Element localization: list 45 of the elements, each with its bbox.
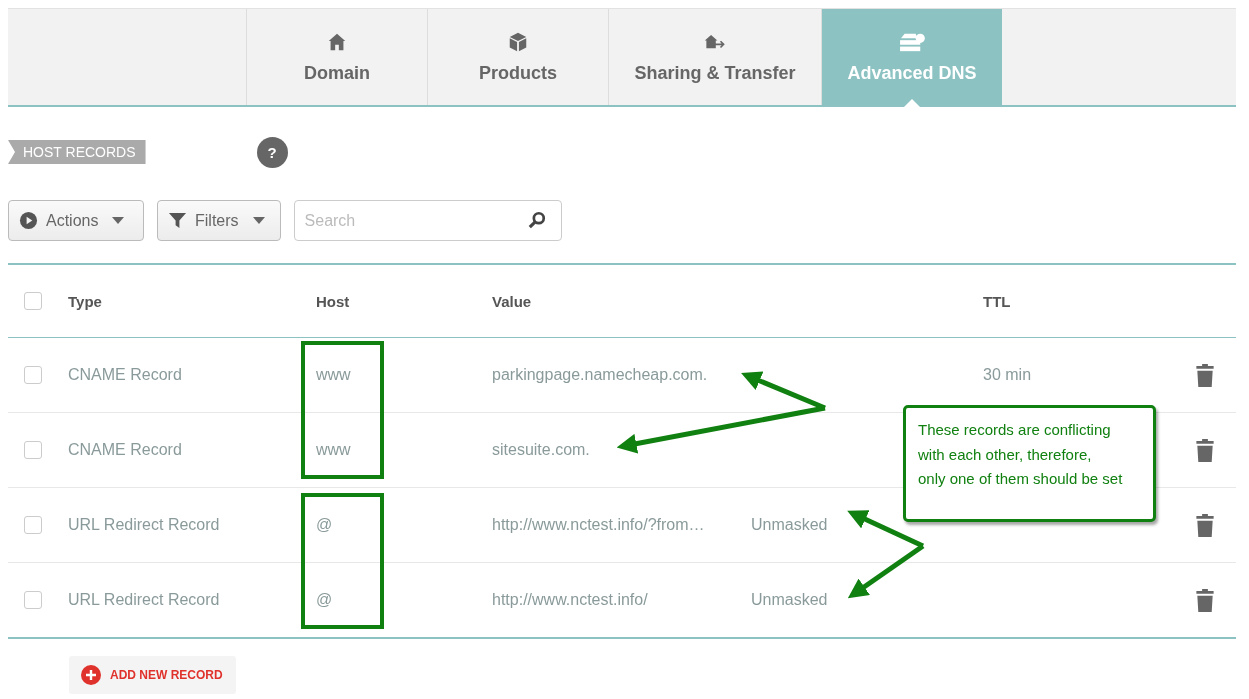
filters-button[interactable]: Filters (157, 200, 281, 241)
table-cell-text: http://www.nctest.info/ (492, 591, 649, 609)
table-cell-text: http://www.nctest.info/?from… (492, 516, 706, 534)
box-icon (507, 30, 529, 53)
table-cell-text: www (316, 366, 352, 384)
table-cell-text: @ (316, 516, 334, 534)
table-cell-text: URL Redirect Record (68, 516, 221, 534)
caret-icon (252, 217, 265, 224)
checkbox[interactable] (24, 441, 42, 459)
play-icon (19, 211, 38, 230)
checkbox[interactable] (24, 516, 42, 534)
tab-pointer (904, 99, 920, 107)
search-icon (527, 211, 546, 229)
help-button[interactable]: ? (256, 136, 288, 168)
add-record-button[interactable]: ADD NEW RECORD (69, 656, 236, 694)
tab[interactable]: Products (428, 9, 609, 105)
table-cell-text: CNAME Record (68, 366, 183, 384)
table-cell-text: CNAME Record (68, 441, 183, 459)
trash-icon[interactable] (1195, 363, 1215, 387)
filter-icon (168, 211, 187, 230)
column-header: Value (492, 292, 533, 310)
table-cell: Unmasked (751, 591, 828, 608)
checkbox[interactable] (24, 292, 42, 310)
callout-note: These records are conflicting with each other, therefore, only one of them should be set (903, 405, 1156, 522)
tab[interactable]: Domain (247, 9, 428, 105)
column-header: TTL (983, 292, 1012, 310)
trash-icon[interactable] (1195, 588, 1215, 612)
table-cell-text: @ (316, 591, 334, 609)
table-cell-text: www (316, 441, 352, 459)
checkbox[interactable] (24, 366, 42, 384)
plus-icon (81, 665, 101, 685)
column-header: Type (68, 292, 103, 310)
table-cell: 30 min (983, 366, 1032, 383)
table-cell-text: sitesuite.com. (492, 441, 591, 459)
column-header: Host (316, 292, 351, 310)
section-label: HOST RECORDS (8, 140, 146, 164)
trash-icon[interactable] (1195, 513, 1215, 537)
trash-icon[interactable] (1195, 438, 1215, 462)
caret-icon (112, 217, 125, 224)
table-cell-text: URL Redirect Record (68, 591, 221, 609)
actions-button[interactable]: Actions (8, 200, 144, 241)
checkbox[interactable] (24, 591, 42, 609)
table-cell-text: parkingpage.namecheap.com. (492, 366, 709, 384)
search-field[interactable]: Search (293, 200, 562, 241)
table-cell: Unmasked (751, 516, 828, 533)
